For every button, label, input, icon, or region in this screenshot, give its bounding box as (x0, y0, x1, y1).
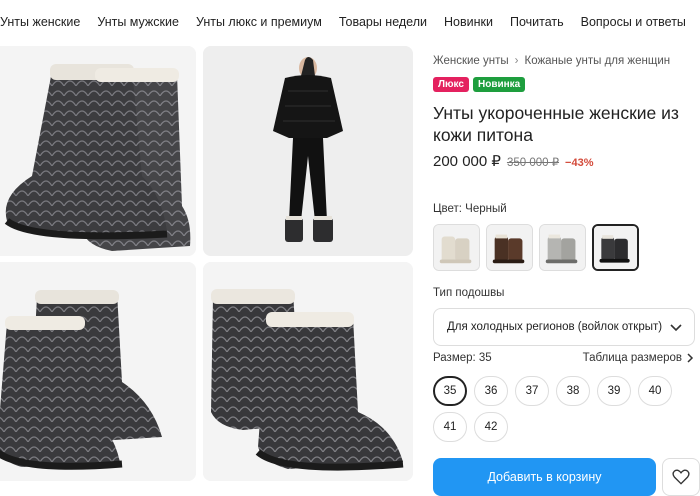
chevron-down-icon (670, 324, 682, 332)
add-to-cart-button[interactable]: Добавить в корзину (433, 458, 656, 496)
size-row: Размер: 35 Таблица размеров (433, 352, 695, 364)
color-swatch-brown[interactable] (486, 224, 533, 271)
brown-boot-icon (487, 225, 532, 270)
product-title: Унты укороченные женские из кожи питона (433, 103, 679, 145)
nav-lux-premium[interactable]: Унты люкс и премиум (196, 15, 322, 29)
model-wearing-boots-image (203, 46, 413, 256)
nav-faq[interactable]: Вопросы и ответы (581, 15, 686, 29)
top-nav: Унты женские Унты мужские Унты люкс и пр… (0, 0, 700, 44)
product-info-panel: Женские унты › Кожаные унты для женщин Люк… (433, 44, 700, 496)
product-photo-1[interactable] (0, 46, 196, 256)
sole-type-label: Тип подошвы (433, 287, 505, 299)
current-price: 200 000 ₽ (433, 153, 501, 170)
nav-women-unty[interactable]: Унты женские (0, 15, 80, 29)
sole-type-select[interactable]: Для холодных регионов (войлок открыт) (433, 308, 695, 346)
nav-week-products[interactable]: Товары недели (339, 15, 427, 29)
nav-men-unty[interactable]: Унты мужские (97, 15, 179, 29)
lux-badge: Люкс (433, 77, 469, 92)
size-option-42[interactable]: 42 (474, 412, 508, 442)
boot-pair-back-image (203, 262, 413, 481)
grey-boot-icon (540, 225, 585, 270)
breadcrumb-women-unty[interactable]: Женские унты (433, 55, 509, 67)
size-label: Размер: 35 (433, 352, 492, 364)
size-table-link[interactable]: Таблица размеров (583, 352, 695, 364)
size-option-35[interactable]: 35 (433, 376, 467, 406)
white-boot-icon (434, 225, 479, 270)
size-option-38[interactable]: 38 (556, 376, 590, 406)
color-swatches (433, 224, 639, 271)
nav-new[interactable]: Новинки (444, 15, 493, 29)
boot-pair-side-image (0, 46, 196, 256)
breadcrumb: Женские унты › Кожаные унты для женщин (433, 55, 700, 67)
boot-pair-angle-image (0, 262, 196, 481)
breadcrumb-leather-unty[interactable]: Кожаные унты для женщин (525, 55, 671, 67)
old-price: 350 000 ₽ (506, 157, 560, 169)
size-table-label: Таблица размеров (582, 352, 682, 364)
product-photo-3[interactable] (0, 262, 196, 481)
heart-icon (672, 469, 690, 485)
color-label: Цвет: Черный (433, 203, 507, 215)
price-row: 200 000 ₽ 350 000 ₽ −43% (433, 152, 700, 170)
sole-type-value: Для холодных регионов (войлок открыт) (447, 321, 663, 333)
size-option-39[interactable]: 39 (597, 376, 631, 406)
new-badge: Новинка (473, 77, 526, 92)
color-swatch-white[interactable] (433, 224, 480, 271)
discount-badge: −43% (565, 157, 594, 169)
breadcrumb-separator: › (514, 55, 519, 67)
badges: Люкс Новинка (433, 77, 700, 92)
favorite-button[interactable] (662, 458, 700, 496)
size-option-36[interactable]: 36 (474, 376, 508, 406)
size-option-41[interactable]: 41 (433, 412, 467, 442)
color-swatch-black[interactable] (592, 224, 639, 271)
chevron-right-icon (687, 353, 694, 363)
product-photo-4[interactable] (203, 262, 413, 481)
size-option-37[interactable]: 37 (515, 376, 549, 406)
black-boot-icon (594, 226, 637, 269)
nav-read[interactable]: Почитать (510, 15, 564, 29)
color-swatch-grey[interactable] (539, 224, 586, 271)
size-option-40[interactable]: 40 (638, 376, 672, 406)
product-photo-2[interactable] (203, 46, 413, 256)
size-options: 35 36 37 38 39 40 41 42 (433, 376, 700, 442)
